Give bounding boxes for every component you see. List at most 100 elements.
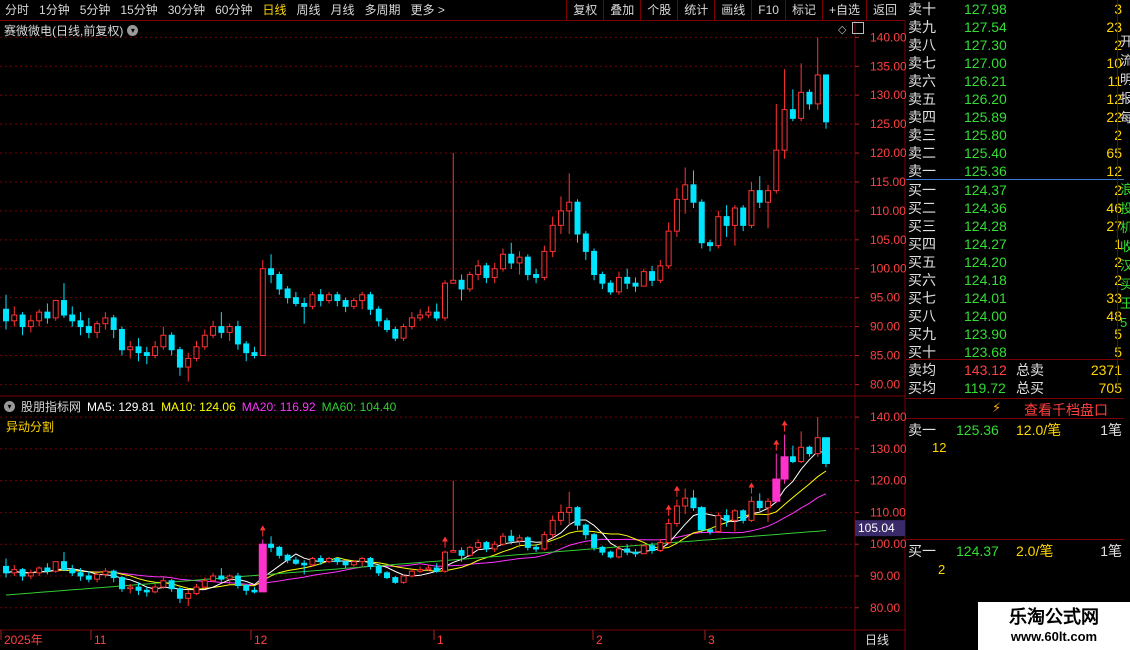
buy-row[interactable]: 买五 124.20 2: [906, 253, 1124, 271]
buy-price: 124.00: [964, 308, 1007, 324]
price-candle: [85, 326, 92, 333]
tool-button[interactable]: 画线: [716, 0, 750, 20]
buy-price: 124.18: [964, 272, 1007, 288]
sell-price: 125.89: [964, 109, 1007, 125]
period-tab[interactable]: 周线: [291, 0, 325, 20]
tool-button[interactable]: 统计: [679, 0, 713, 20]
tool-button[interactable]: +自选: [824, 0, 865, 20]
indicator-candle: [789, 456, 796, 463]
queue-buy-row: 买一 124.37 2.0/笔 1笔: [906, 542, 1124, 560]
up-arrow-icon: [441, 536, 448, 542]
tool-button[interactable]: F10: [753, 0, 784, 20]
price-candle: [491, 268, 498, 278]
queue-sell-amt: 12.0/笔: [1016, 422, 1062, 438]
price-candle: [259, 268, 266, 357]
sell-row[interactable]: 卖三 125.80 2: [906, 126, 1124, 144]
buy-row[interactable]: 买二 124.36 46: [906, 199, 1124, 217]
buy-level-label: 买七: [908, 290, 936, 306]
sell-level-label: 卖九: [908, 19, 936, 35]
sell-row[interactable]: 卖四 125.89 22: [906, 108, 1124, 126]
buy-row[interactable]: 买八 124.00 48: [906, 307, 1124, 325]
ma10-label: MA10: 124.06: [161, 399, 236, 414]
period-tab[interactable]: 5分钟: [75, 0, 116, 20]
price-candle: [508, 253, 515, 264]
indicator-candle: [806, 446, 813, 455]
sell-row[interactable]: 卖九 127.54 23: [906, 18, 1124, 36]
period-tab[interactable]: 30分钟: [163, 0, 210, 20]
price-candle: [408, 317, 415, 328]
diamond-icon[interactable]: ◇: [838, 23, 846, 36]
indicator-candle: [665, 523, 672, 544]
price-candle: [789, 109, 796, 119]
period-tab[interactable]: 更多 >: [406, 0, 450, 20]
queue-sell-label: 卖一: [908, 422, 936, 438]
indicator-candle: [77, 572, 84, 577]
sell-row[interactable]: 卖十 127.98 3: [906, 0, 1124, 18]
period-tab[interactable]: 多周期: [360, 0, 406, 20]
buy-row[interactable]: 买六 124.18 2: [906, 271, 1124, 289]
price-candle: [533, 274, 540, 278]
tool-button[interactable]: 标记: [787, 0, 821, 20]
indicator-candle: [284, 554, 291, 561]
buy-price: 124.27: [964, 236, 1007, 252]
tool-button[interactable]: 返回: [868, 0, 902, 20]
divider: [1117, 0, 1118, 390]
period-tab[interactable]: 日线: [257, 0, 291, 20]
indicator-candle: [748, 500, 755, 521]
chevron-down-icon[interactable]: ▾: [127, 25, 139, 36]
side-clip-bottom: 浪投机收汉买王5: [1120, 182, 1130, 330]
tool-button[interactable]: 个股: [642, 0, 676, 20]
watermark: 乐淘公式网 www.60lt.com: [978, 602, 1130, 650]
price-candle: [557, 210, 564, 226]
buy-row[interactable]: 买九 123.90 5: [906, 325, 1124, 343]
sell-row[interactable]: 卖五 126.20 12: [906, 90, 1124, 108]
panel-toggle-icon[interactable]: [852, 22, 864, 34]
price-candle: [317, 294, 324, 302]
period-tab[interactable]: 60分钟: [210, 0, 257, 20]
sell-row[interactable]: 卖七 127.00 10: [906, 54, 1124, 72]
period-tab[interactable]: 月线: [326, 0, 360, 20]
sell-row[interactable]: 卖一 125.36 12: [906, 162, 1124, 180]
price-candle: [582, 233, 589, 252]
kline-chart[interactable]: 140.00 135.00 130.00 125.00 120.00 115.00 110.…: [0, 20, 906, 650]
indicator-candle: [690, 497, 697, 509]
indicator-candle: [582, 524, 589, 536]
buy-row[interactable]: 买七 124.01 33: [906, 289, 1124, 307]
up-arrow-icon: [673, 485, 680, 491]
view-depth-button[interactable]: 查看千档盘口: [1024, 400, 1108, 420]
indicator-candle: [243, 585, 250, 591]
price-candle: [11, 314, 18, 322]
indicator-candle: [367, 557, 374, 567]
buy-row[interactable]: 买三 124.28 27: [906, 217, 1124, 235]
avg-sell-label: 卖均: [908, 362, 936, 378]
period-tab[interactable]: 15分钟: [115, 0, 162, 20]
tool-button[interactable]: 叠加: [605, 0, 639, 20]
buy-row[interactable]: 买四 124.27 1: [906, 235, 1124, 253]
price-axis-label: 90.00: [870, 320, 900, 334]
price-candle: [591, 250, 598, 276]
period-tab[interactable]: 分时: [0, 0, 34, 20]
buy-level-label: 买一: [908, 182, 936, 198]
toolbar-separator: [566, 0, 568, 20]
price-candle: [60, 300, 67, 316]
sell-row[interactable]: 卖二 125.40 65: [906, 144, 1124, 162]
indicator-candle: [94, 573, 101, 580]
sell-row[interactable]: 卖八 127.30 2: [906, 36, 1124, 54]
sell-row[interactable]: 卖六 126.21 11: [906, 72, 1124, 90]
price-candle: [168, 334, 175, 351]
indicator-candle: [36, 567, 43, 574]
period-tab[interactable]: 1分钟: [34, 0, 75, 20]
toolbar-separator: [751, 0, 753, 20]
buy-level-label: 买三: [908, 218, 936, 234]
price-axis-label: 120.00: [870, 146, 906, 160]
indicator-candle: [102, 570, 109, 575]
buy-row[interactable]: 买一 124.37 2: [906, 181, 1124, 199]
lightning-icon: ⚡: [992, 400, 1002, 415]
indicator-candle: [160, 580, 167, 588]
indicator-candle: [697, 507, 706, 531]
price-candle: [243, 343, 250, 354]
tool-button[interactable]: 复权: [568, 0, 602, 20]
price-candle: [483, 265, 490, 278]
price-candle: [814, 74, 821, 105]
indicator-menu-icon[interactable]: ▾: [4, 401, 15, 412]
